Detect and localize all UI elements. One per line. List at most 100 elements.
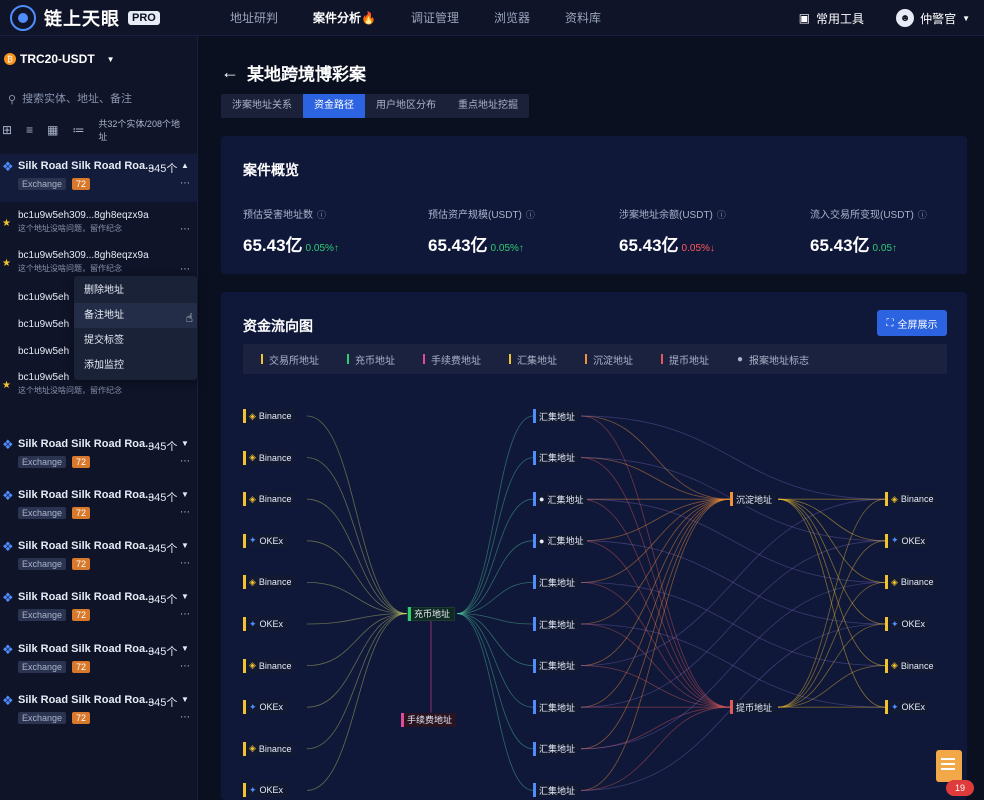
legend-collect[interactable]: 汇集地址 — [509, 352, 557, 367]
more-icon[interactable]: ⋯ — [180, 178, 190, 189]
exchange-node[interactable]: ◈ Binance — [243, 409, 296, 423]
chain-select[interactable]: ₿ TRC20-USDT ▼ — [0, 36, 197, 82]
exchange-node[interactable]: ✦ OKEx — [885, 617, 930, 631]
chevron-down-icon[interactable]: ▼ — [181, 541, 189, 550]
list-icon[interactable]: ≡ — [26, 123, 33, 137]
info-icon[interactable]: ⓘ — [918, 210, 927, 220]
info-icon[interactable]: ⓘ — [717, 210, 726, 220]
list-item[interactable]: ❖ Silk Road Silk Road Roa... 345个 ▼ Exch… — [0, 637, 197, 685]
chevron-down-icon[interactable]: ▼ — [181, 439, 189, 448]
exchange-node[interactable]: ✦ OKEx — [243, 617, 288, 631]
withdraw-node[interactable]: 提币地址 — [730, 700, 777, 715]
more-icon[interactable]: ⋯ — [180, 456, 190, 467]
exchange-node[interactable]: ✦ OKEx — [885, 700, 930, 715]
filter-icon[interactable]: ≔ — [72, 123, 84, 137]
legend-fee[interactable]: 手续费地址 — [423, 352, 481, 367]
grid-icon[interactable]: ▦ — [47, 123, 58, 137]
list-item[interactable]: ❖ Silk Road Silk Road Roa... 345个 ▼ Exch… — [0, 534, 197, 582]
list-item[interactable]: ❖ Silk Road Silk Road Roa... 345个 ▼ Exch… — [0, 688, 197, 736]
exchange-node[interactable]: ◈ Binance — [243, 450, 296, 465]
info-icon[interactable]: ⓘ — [526, 210, 535, 220]
nav-item-evidence[interactable]: 调证管理 — [411, 9, 459, 26]
menu-item-note-address[interactable]: 备注地址 ☝ — [74, 303, 197, 328]
star-icon[interactable]: ★ — [2, 258, 11, 269]
more-icon[interactable]: ⋯ — [180, 224, 190, 235]
chevron-down-icon[interactable]: ▼ — [181, 490, 189, 499]
menu-item-add-monitor[interactable]: 添加监控 — [74, 353, 197, 378]
nav-item-address-analysis[interactable]: 地址研判 — [230, 9, 278, 26]
more-icon[interactable]: ⋯ — [180, 609, 190, 620]
okex-icon: ✦ — [891, 535, 899, 546]
entity-icon: ❖ — [2, 159, 14, 174]
user-menu[interactable]: ☻ 仲警官 ▼ — [896, 9, 970, 27]
collect-node[interactable]: 汇集地址 — [533, 700, 580, 715]
collect-node[interactable]: 汇集地址 — [533, 658, 580, 673]
exchange-node[interactable]: ◈ Binance — [243, 658, 296, 673]
exchange-node[interactable]: ✦ OKEx — [243, 533, 288, 548]
tools-label: 常用工具 — [816, 11, 865, 26]
legend-exchange[interactable]: 交易所地址 — [261, 352, 319, 367]
collect-node[interactable]: 汇集地址 — [533, 409, 580, 423]
legend-settle[interactable]: 沉淀地址 — [585, 352, 633, 367]
fullscreen-button[interactable]: ⛶ 全屏展示 — [877, 310, 947, 336]
more-icon[interactable]: ⋯ — [180, 558, 190, 569]
legend-withdraw[interactable]: 提币地址 — [661, 352, 709, 367]
star-icon[interactable]: ★ — [2, 380, 11, 391]
exchange-node[interactable]: ◈ Binance — [243, 575, 296, 590]
list-item[interactable]: ❖ Silk Road Silk Road Roa... 345个 ▼ Exch… — [0, 432, 197, 480]
settle-node[interactable]: 沉淀地址 — [730, 492, 777, 507]
sidebar: ₿ TRC20-USDT ▼ ⚲ ⊞ ≡ ▦ ≔ 共32个实体/208个地址 ❖… — [0, 36, 198, 800]
tools-button[interactable]: ▣ 常用工具 — [799, 10, 864, 27]
list-item[interactable]: ❖ Silk Road Silk Road Roa... 345个 ▼ Exch… — [0, 483, 197, 531]
fee-node[interactable]: 手续费地址 — [401, 712, 457, 727]
chevron-down-icon[interactable]: ▼ — [181, 644, 189, 653]
nav-item-browser[interactable]: 浏览器 — [494, 9, 530, 26]
more-icon[interactable]: ⋯ — [180, 264, 190, 275]
collect-node[interactable]: ● 汇集地址 — [533, 492, 588, 507]
tab-key-address[interactable]: 重点地址挖掘 — [447, 94, 529, 118]
logo[interactable]: 链上天眼 PRO — [10, 4, 210, 31]
exchange-node[interactable]: ◈ Binance — [243, 492, 296, 507]
nav-item-case-analysis[interactable]: 案件分析🔥 — [313, 9, 376, 26]
more-icon[interactable]: ⋯ — [180, 661, 190, 672]
more-icon[interactable]: ⋯ — [180, 712, 190, 723]
exchange-node[interactable]: ✦ OKEx — [243, 783, 288, 798]
task-float-button[interactable]: 19 — [928, 748, 976, 796]
legend-report-pin[interactable]: ● 报案地址标志 — [737, 352, 809, 367]
menu-item-submit-tag[interactable]: 提交标签 — [74, 328, 197, 353]
collect-node[interactable]: 汇集地址 — [533, 450, 580, 465]
chevron-down-icon[interactable]: ▼ — [181, 592, 189, 601]
chevron-up-icon[interactable]: ▲ — [181, 161, 189, 170]
menu-item-delete-address[interactable]: 删除地址 — [74, 278, 197, 303]
address-text[interactable]: bc1u9w5eh — [18, 346, 69, 357]
address-text[interactable]: bc1u9w5eh — [18, 319, 69, 330]
exchange-node[interactable]: ◈ Binance — [885, 575, 938, 590]
collect-node[interactable]: 汇集地址 — [533, 783, 580, 798]
info-icon[interactable]: ⓘ — [317, 210, 326, 220]
search-input[interactable] — [22, 93, 183, 105]
collect-node[interactable]: 汇集地址 — [533, 741, 580, 756]
add-entity-icon[interactable]: ⊞ — [2, 123, 12, 137]
exchange-node[interactable]: ◈ Binance — [243, 741, 296, 756]
tab-fund-path[interactable]: 资金路径 — [303, 94, 365, 118]
exchange-node[interactable]: ✦ OKEx — [243, 700, 288, 715]
exchange-node[interactable]: ◈ Binance — [885, 492, 938, 507]
collect-node[interactable]: 汇集地址 — [533, 575, 580, 590]
back-arrow-icon[interactable]: ← — [221, 62, 239, 83]
exchange-node[interactable]: ✦ OKEx — [885, 533, 930, 548]
collect-node[interactable]: 汇集地址 — [533, 617, 580, 631]
address-item[interactable]: ★ bc1u9w5eh309...8gh8eqzx9a 这个地址没啥问题，留作纪… — [0, 206, 197, 246]
exchange-node[interactable]: ◈ Binance — [885, 658, 938, 673]
list-item[interactable]: ❖ Silk Road Silk Road Roa... 345个 ▲ Exch… — [0, 154, 197, 202]
address-text[interactable]: bc1u9w5eh — [18, 292, 69, 303]
star-icon[interactable]: ★ — [2, 218, 11, 229]
more-icon[interactable]: ⋯ — [180, 507, 190, 518]
nav-item-library[interactable]: 资料库 — [565, 9, 601, 26]
list-item[interactable]: ❖ Silk Road Silk Road Roa... 345个 ▼ Exch… — [0, 585, 197, 633]
collect-node[interactable]: ● 汇集地址 — [533, 533, 588, 548]
tab-user-region[interactable]: 用户地区分布 — [365, 94, 447, 118]
chevron-down-icon[interactable]: ▼ — [181, 695, 189, 704]
legend-deposit[interactable]: 充币地址 — [347, 352, 395, 367]
deposit-node[interactable]: 充币地址 — [407, 606, 456, 621]
tab-address-relation[interactable]: 涉案地址关系 — [221, 94, 303, 118]
